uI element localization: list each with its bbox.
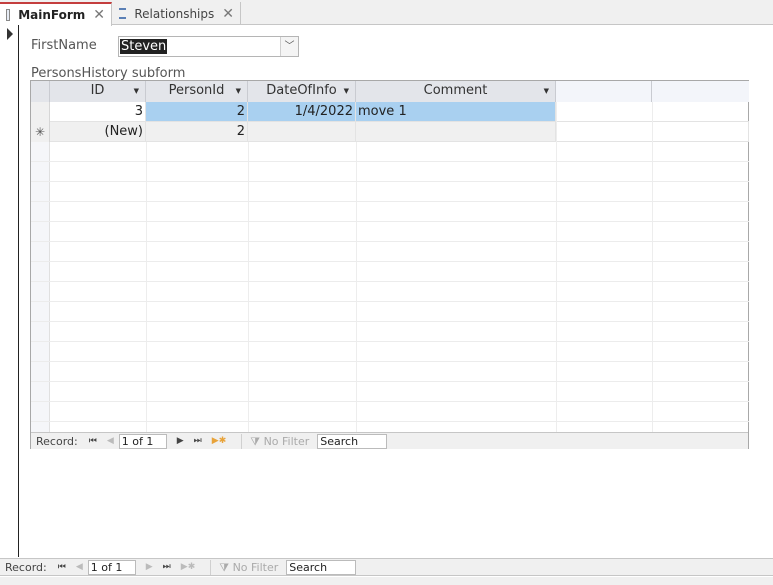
cell-comment[interactable]: move 1 [356, 102, 556, 121]
column-header-personid[interactable]: PersonId ▼ [146, 81, 248, 102]
select-all-corner[interactable] [31, 81, 50, 102]
dropdown-icon[interactable]: ▼ [544, 81, 549, 101]
search-input[interactable]: Search [317, 433, 388, 449]
main-record-navigation: Record: ⏮ ◀ 1 of 1 ▶ ⏭ ▶✱ ⧩ No Filter Se… [0, 558, 773, 576]
new-record-icon: ✳ [31, 122, 50, 142]
record-label: Record: [36, 434, 78, 448]
current-record-icon [7, 28, 13, 40]
last-record-icon[interactable]: ⏭ [194, 436, 202, 446]
subform-record-navigation: Record: ⏮ ◀ 1 of 1 ▶ ⏭ ▶✱ ⧩ No Filter Se… [31, 432, 748, 449]
record-position-input[interactable]: 1 of 1 [87, 559, 136, 575]
tab-mainform[interactable]: MainForm ✕ [0, 2, 112, 26]
record-label: Record: [5, 560, 47, 574]
first-record-icon[interactable]: ⏮ [58, 562, 66, 572]
column-header-id[interactable]: ID ▼ [50, 81, 146, 102]
previous-record-icon[interactable]: ◀ [107, 436, 114, 446]
dropdown-icon[interactable]: ▼ [236, 81, 241, 101]
no-filter-button[interactable]: ⧩ No Filter [241, 433, 309, 449]
empty-grid-rows [31, 142, 749, 432]
subform-label: PersonsHistory subform [31, 66, 186, 81]
firstname-combo[interactable]: Steven ﹀ [118, 36, 299, 57]
next-record-icon[interactable]: ▶ [177, 436, 184, 446]
tab-relationships[interactable]: Relationships ✕ [113, 2, 241, 25]
next-record-icon[interactable]: ▶ [146, 562, 153, 572]
table-row[interactable]: 3 2 1/4/2022 move 1 [31, 102, 749, 122]
cell-personid[interactable]: 2 [146, 122, 248, 141]
form-icon [6, 9, 11, 21]
close-icon[interactable]: ✕ [93, 7, 105, 23]
row-selector[interactable] [31, 102, 50, 122]
column-header-comment[interactable]: Comment ▼ [356, 81, 556, 102]
tab-label: Relationships [134, 6, 215, 21]
status-bar [0, 577, 773, 585]
close-icon[interactable]: ✕ [222, 6, 234, 22]
chevron-down-icon[interactable]: ﹀ [280, 37, 298, 56]
new-record-icon[interactable]: ▶✱ [212, 436, 226, 446]
no-filter-button[interactable]: ⧩ No Filter [210, 559, 278, 575]
search-input[interactable]: Search [286, 559, 357, 575]
record-position-input[interactable]: 1 of 1 [118, 433, 167, 449]
cell-dateofinfo[interactable] [248, 122, 356, 141]
record-selector[interactable] [0, 25, 19, 557]
relationships-icon [119, 8, 127, 19]
firstname-label: FirstName [31, 38, 97, 53]
cell-comment[interactable] [356, 122, 556, 141]
cell-dateofinfo[interactable]: 1/4/2022 [248, 102, 356, 121]
dropdown-icon[interactable]: ▼ [134, 81, 139, 101]
document-tab-bar: MainForm ✕ Relationships ✕ [0, 0, 773, 26]
cell-id[interactable]: 3 [50, 102, 146, 121]
empty-header [556, 81, 652, 102]
dropdown-icon[interactable]: ▼ [344, 81, 349, 101]
cell-personid[interactable]: 2 [146, 102, 248, 121]
last-record-icon[interactable]: ⏭ [163, 562, 171, 572]
new-record-row[interactable]: ✳ (New) 2 [31, 122, 749, 142]
empty-header [652, 81, 749, 102]
first-record-icon[interactable]: ⏮ [89, 436, 97, 446]
tab-label: MainForm [18, 8, 86, 22]
column-header-dateofinfo[interactable]: DateOfInfo ▼ [248, 81, 356, 102]
previous-record-icon[interactable]: ◀ [76, 562, 83, 572]
persons-history-subform: ID ▼ PersonId ▼ DateOfInfo ▼ Comment ▼ 3 2 1… [30, 80, 749, 449]
firstname-value[interactable]: Steven [120, 39, 168, 54]
cell-id[interactable]: (New) [50, 122, 146, 141]
new-record-icon[interactable]: ▶✱ [181, 562, 195, 572]
